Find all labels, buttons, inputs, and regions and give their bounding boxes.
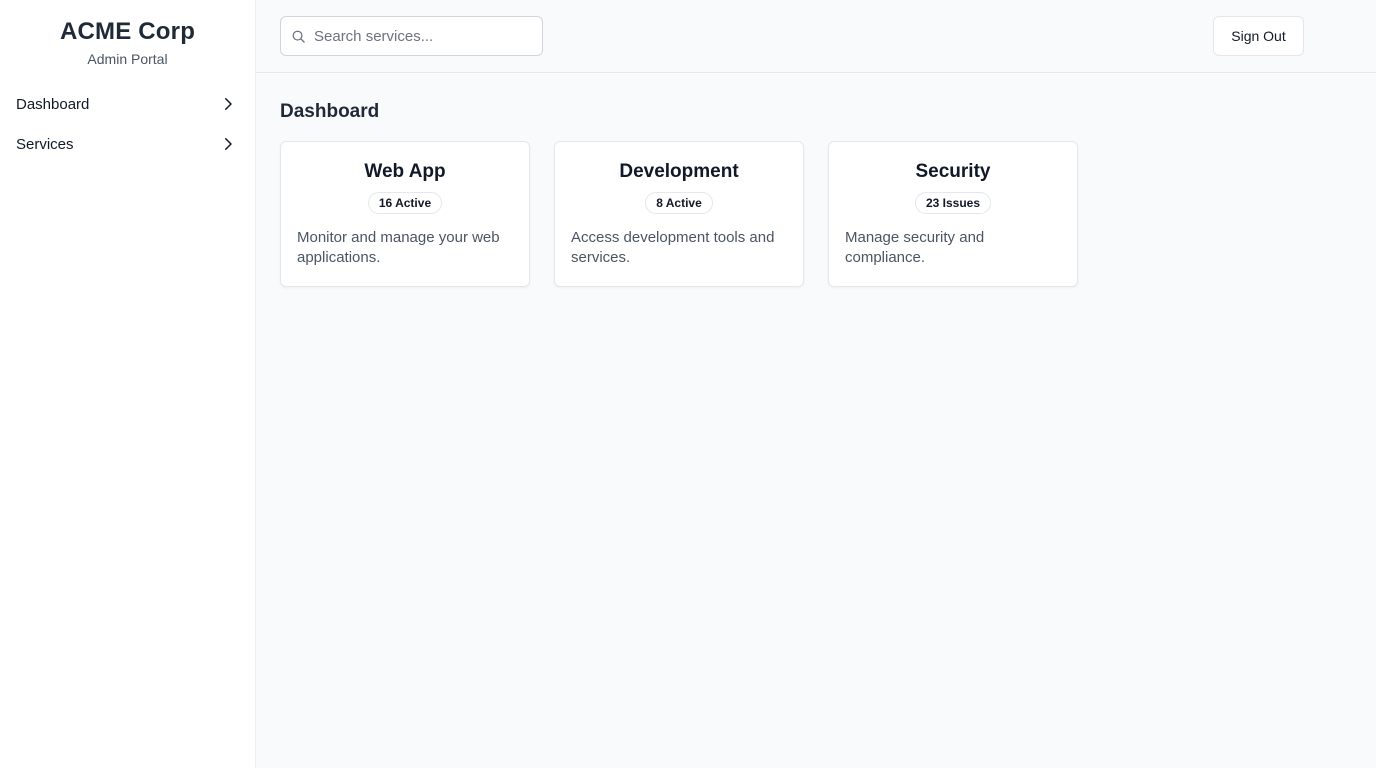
- badge-wrap: 23 Issues: [845, 192, 1061, 214]
- sidebar-item-label: Services: [16, 135, 74, 153]
- card-title: Security: [915, 161, 991, 182]
- search-box[interactable]: [280, 16, 543, 56]
- search-input[interactable]: [314, 27, 532, 45]
- card-description: Access development tools and services.: [571, 229, 775, 266]
- card-description: Monitor and manage your web applications…: [297, 229, 500, 266]
- dashboard-content: Dashboard Web App 16 Active Monitor and …: [256, 73, 1376, 311]
- status-badge: 8 Active: [645, 192, 713, 214]
- service-cards: Web App 16 Active Monitor and manage you…: [280, 141, 1352, 287]
- sidebar-nav: Dashboard Services: [0, 84, 255, 164]
- sidebar-item-services[interactable]: Services: [16, 124, 239, 164]
- status-badge: 23 Issues: [914, 192, 992, 214]
- search-icon: [292, 30, 305, 43]
- status-badge: 16 Active: [367, 192, 443, 214]
- service-card-web-app[interactable]: Web App 16 Active Monitor and manage you…: [280, 141, 530, 287]
- card-title: Web App: [364, 161, 446, 182]
- sidebar: ACME Corp Admin Portal Dashboard Service…: [0, 0, 256, 768]
- sign-out-button[interactable]: Sign Out: [1213, 16, 1304, 56]
- badge-wrap: 16 Active: [297, 192, 513, 214]
- chevron-right-icon: [225, 98, 232, 110]
- card-description: Manage security and compliance.: [845, 229, 985, 266]
- page-title: Dashboard: [280, 101, 380, 122]
- service-card-security[interactable]: Security 23 Issues Manage security and c…: [828, 141, 1078, 287]
- sidebar-item-label: Dashboard: [16, 95, 90, 113]
- app-root: ACME Corp Admin Portal Dashboard Service…: [0, 0, 1376, 768]
- sidebar-item-dashboard[interactable]: Dashboard: [16, 84, 239, 124]
- main-area: Sign Out Dashboard Web App 16 Active Mon…: [256, 0, 1376, 768]
- brand-subtitle: Admin Portal: [87, 51, 168, 67]
- card-title: Development: [619, 161, 739, 182]
- brand: ACME Corp Admin Portal: [0, 0, 255, 84]
- badge-wrap: 8 Active: [571, 192, 787, 214]
- topbar: Sign Out: [256, 0, 1376, 73]
- chevron-right-icon: [225, 138, 232, 150]
- brand-title: ACME Corp: [59, 18, 196, 45]
- service-card-development[interactable]: Development 8 Active Access development …: [554, 141, 804, 287]
